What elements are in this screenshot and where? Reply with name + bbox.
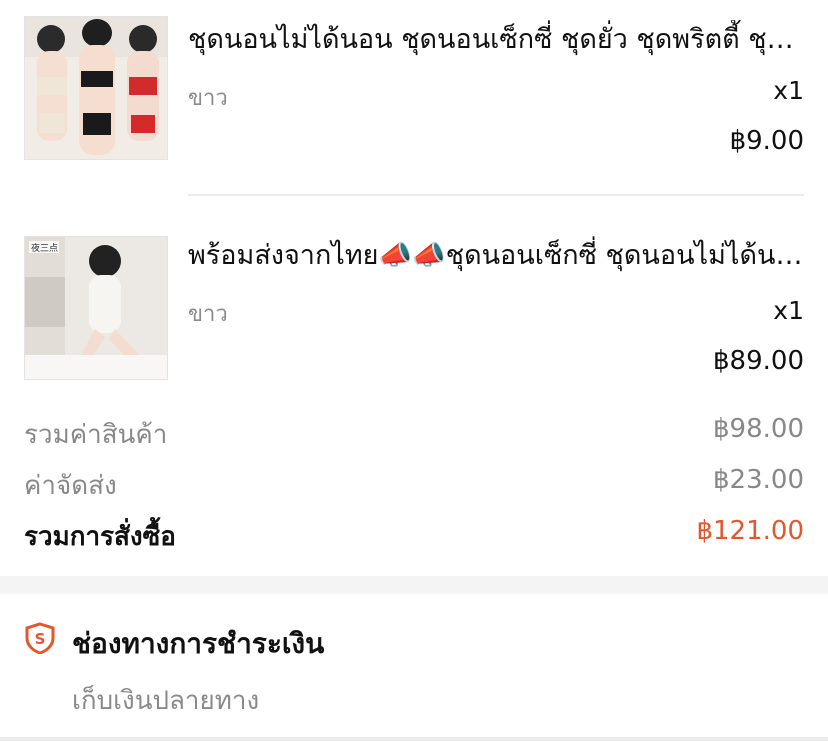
product-quantity: x1 [773, 76, 804, 105]
bodysuit-photo-icon: 夜三点 [25, 237, 167, 379]
subtotal-row: รวมค่าสินค้า ฿98.00 [24, 414, 804, 458]
product-variant: ขาว [188, 86, 228, 111]
order-item[interactable]: 夜三点 พร้อมส่งจากไทย📣📣ชุดนอนเซ็กซี่ ชุดนอน… [0, 196, 828, 406]
product-quantity: x1 [773, 296, 804, 325]
subtotal-label: รวมค่าสินค้า [24, 420, 168, 450]
order-total-value: ฿121.00 [696, 516, 804, 546]
product-thumbnail[interactable] [24, 16, 168, 160]
order-total-label: รวมการสั่งซื้อ [24, 522, 176, 552]
payment-method-value[interactable]: เก็บเงินปลายทาง [72, 680, 259, 721]
svg-text:夜三点: 夜三点 [31, 242, 58, 254]
order-item[interactable]: ชุดนอนไม่ได้นอน ชุดนอนเซ็กซี่ ชุดยั่ว ชุ… [0, 0, 828, 196]
product-price: ฿89.00 [713, 346, 804, 376]
subtotal-value: ฿98.00 [713, 414, 804, 444]
shipping-label: ค่าจัดส่ง [24, 471, 117, 501]
product-thumbnail[interactable]: 夜三点 [24, 236, 168, 380]
shipping-value: ฿23.00 [713, 465, 804, 495]
shield-s-icon: S [24, 622, 56, 655]
product-name[interactable]: พร้อมส่งจากไทย📣📣ชุดนอนเซ็กซี่ ชุดนอนไม่ไ… [188, 236, 808, 276]
lingerie-photo-icon [25, 17, 167, 159]
product-price: ฿9.00 [729, 126, 804, 156]
order-total-row: รวมการสั่งซื้อ ฿121.00 [24, 516, 804, 560]
shipping-row: ค่าจัดส่ง ฿23.00 [24, 465, 804, 509]
product-name[interactable]: ชุดนอนไม่ได้นอน ชุดนอนเซ็กซี่ ชุดยั่ว ชุ… [188, 20, 808, 60]
bottom-divider [0, 737, 828, 741]
section-separator [0, 576, 828, 594]
product-variant: ขาว [188, 302, 228, 327]
payment-section-title: ช่องทางการชำระเงิน [72, 627, 325, 660]
svg-text:S: S [35, 630, 46, 648]
